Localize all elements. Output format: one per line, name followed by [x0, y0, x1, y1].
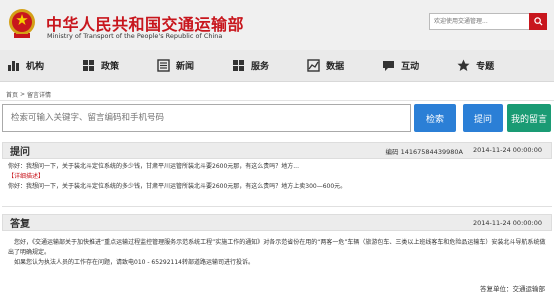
reply-body: 您好，《交通运输部关于加快推进“重点运输过程监控管理服务示范系统工程”实施工作的… — [8, 238, 548, 268]
top-search-input[interactable] — [429, 13, 529, 30]
nav-item-topic[interactable]: 专题 — [457, 59, 494, 72]
national-emblem-icon — [9, 9, 35, 38]
question-date: 2014-11-24 00:00:00 — [472, 145, 542, 154]
message-search-input[interactable] — [2, 104, 411, 132]
breadcrumb-separator: > — [20, 91, 26, 98]
reply-paragraph-complaint: 如果您认为执法人员的工作存在问题，请致电010 - 65292114转部道路运输… — [14, 259, 254, 266]
nav-item-org[interactable]: 机构 — [7, 59, 44, 72]
nav-item-policy[interactable]: 政策 — [82, 59, 119, 72]
nav-item-data[interactable]: 数据 — [307, 59, 344, 72]
message-search: 检索 提问 我的留言 — [0, 104, 554, 132]
nav-item-interact[interactable]: 互动 — [382, 59, 419, 72]
question-title: 提问 — [10, 147, 30, 158]
reply-unit: 答复单位：交通运输部 — [480, 285, 545, 293]
ask-button[interactable]: 提问 — [463, 104, 503, 132]
search-button[interactable]: 检索 — [414, 104, 456, 132]
site-header: 中华人民共和国交通运输部 Ministry of Transport of th… — [0, 0, 554, 50]
site-subtitle: Ministry of Transport of the People's Re… — [47, 32, 223, 40]
question-body: 你好：我想问一下，关于装北斗定位系统的多少钱，甘肃平川运管所装北斗要2600元那… — [8, 162, 548, 192]
question-detail: 你好：我想问一下，关于装北斗定位系统的多少钱，甘肃平川运管所装北斗要2600元那… — [8, 183, 347, 190]
interact-icon — [382, 59, 395, 72]
message-code: 编码 14167584439980A — [385, 147, 463, 156]
reply-title: 答复 — [10, 219, 30, 230]
detail-label: 【详细描述】 — [8, 173, 45, 180]
topic-icon — [457, 59, 470, 72]
question-header: 提问 编码 14167584439980A 2014-11-24 00:00:0… — [2, 142, 552, 159]
reply-paragraph: 您好，《交通运输部关于加快推进“重点运输过程监控管理服务示范系统工程”实施工作的… — [8, 239, 546, 256]
reply-date: 2014-11-24 00:00:00 — [472, 218, 542, 227]
reply-header: 答复 2014-11-24 00:00:00 — [2, 214, 552, 231]
data-icon — [307, 59, 320, 72]
search-icon — [533, 17, 543, 26]
news-icon — [157, 59, 170, 72]
breadcrumb-current: 留言详情 — [27, 92, 52, 99]
breadcrumb-home[interactable]: 首页 — [6, 90, 18, 99]
main-nav: 机构 政策 新闻 服务 数据 互动 专题 — [0, 50, 554, 82]
service-icon — [232, 59, 245, 72]
my-messages-button[interactable]: 我的留言 — [507, 104, 551, 132]
divider — [2, 206, 552, 207]
breadcrumb: 首页 > 留言详情 — [0, 89, 554, 101]
top-search — [429, 13, 547, 30]
question-summary: 你好：我想问一下，关于装北斗定位系统的多少钱，甘肃平川运管所装北斗要2600元那… — [8, 163, 299, 170]
nav-item-news[interactable]: 新闻 — [157, 59, 194, 72]
org-icon — [7, 59, 20, 72]
top-search-button[interactable] — [529, 13, 547, 30]
policy-icon — [82, 59, 95, 72]
nav-item-service[interactable]: 服务 — [232, 59, 269, 72]
